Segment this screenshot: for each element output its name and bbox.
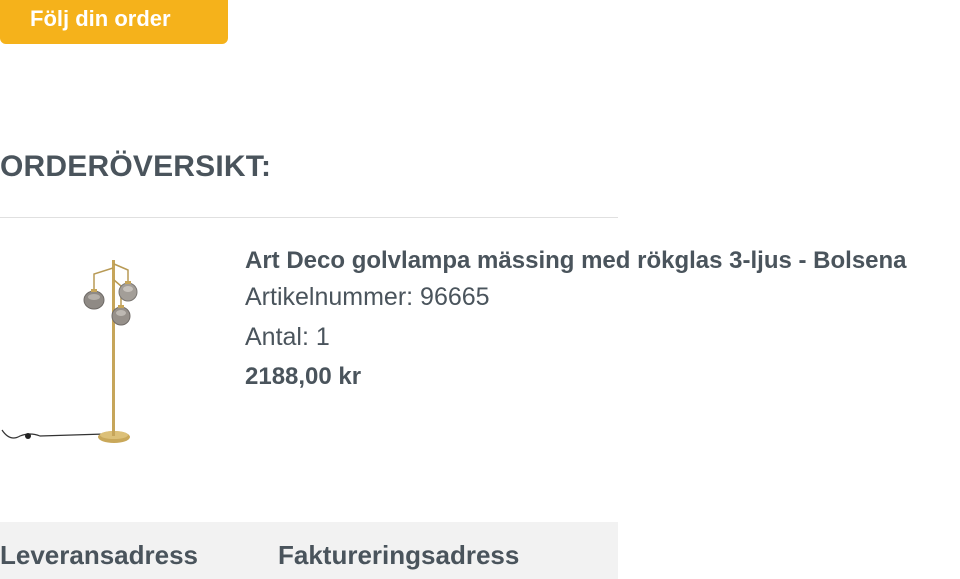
product-info: Art Deco golvlampa mässing med rökglas 3… (245, 245, 907, 397)
article-number: Artikelnummer: 96665 (245, 283, 490, 311)
track-order-button[interactable]: Följ din order (0, 0, 228, 44)
delivery-address-heading: Leveransadress (0, 540, 199, 570)
product-name[interactable]: Art Deco golvlampa mässing med rökglas 3… (245, 245, 907, 277)
price: 2188,00 kr (245, 363, 362, 390)
product-image (1, 260, 138, 443)
divider (0, 217, 618, 218)
billing-address-heading: Faktureringsadress (278, 540, 520, 570)
track-order-label: Följ din order (30, 6, 171, 31)
quantity: Antal: 1 (245, 323, 330, 351)
order-summary-title: ORDERÖVERSIKT: (0, 150, 272, 183)
